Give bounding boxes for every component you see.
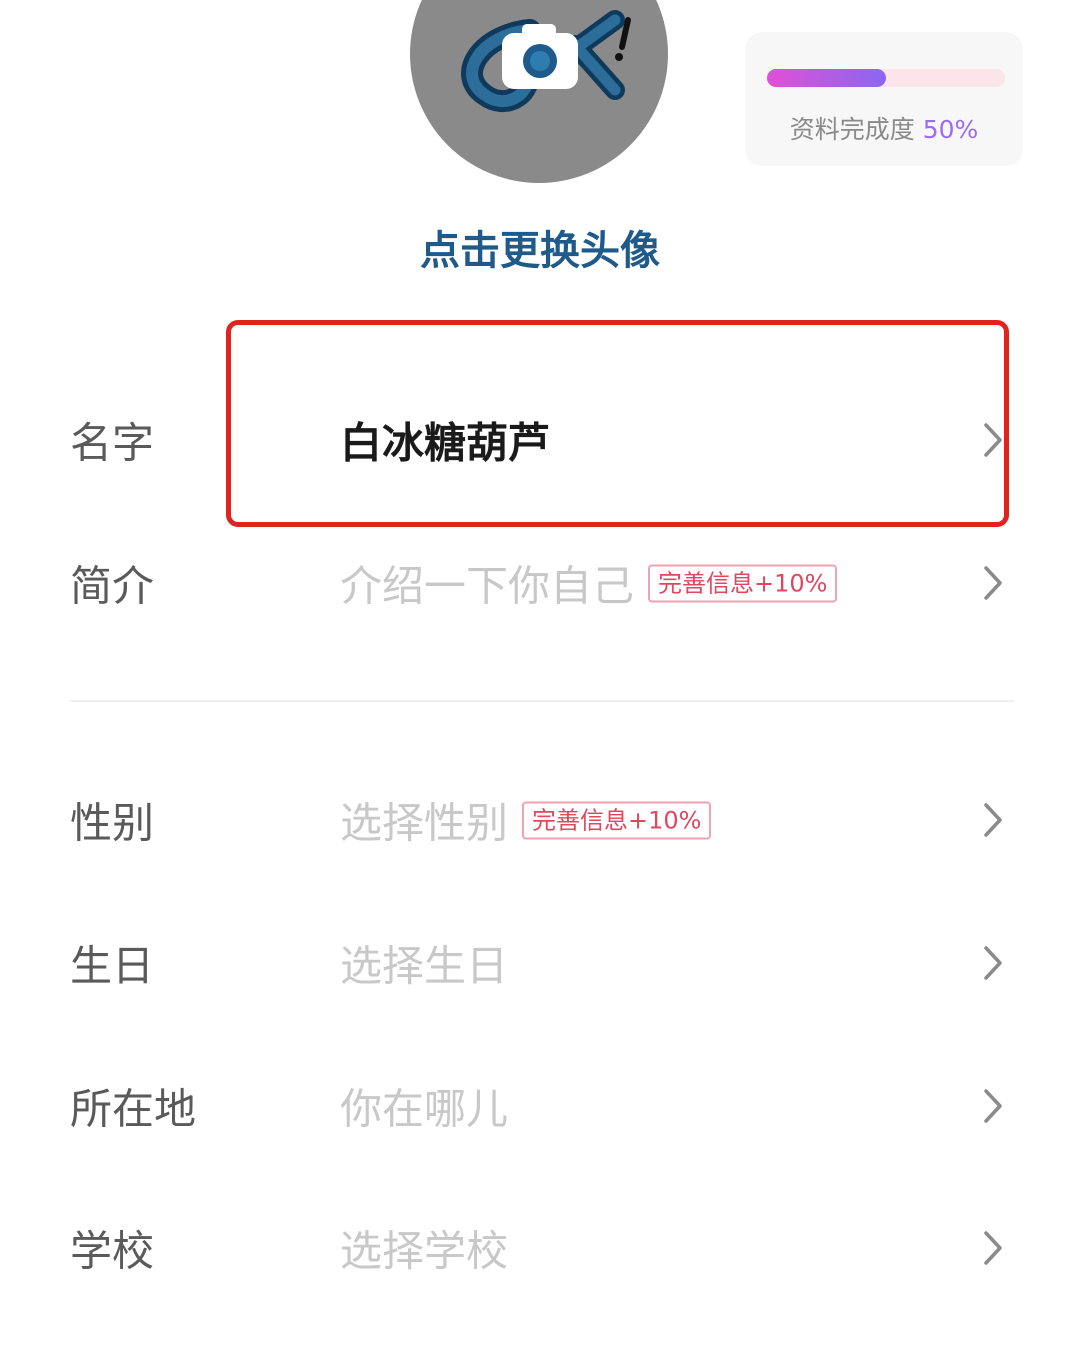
chevron-right-icon: [984, 803, 1002, 837]
row-value-gender: 选择性别: [340, 798, 509, 848]
row-label-gender: 性别: [70, 798, 155, 848]
profile-row-gender[interactable]: 性别 选择性别 完善信息+10%: [0, 770, 1074, 870]
annotation-highlight-box: [226, 320, 1009, 527]
row-value-location: 你在哪儿: [340, 1084, 509, 1134]
row-label-school: 学校: [70, 1226, 155, 1276]
row-value-birthday: 选择生日: [340, 941, 509, 991]
change-avatar-link[interactable]: 点击更换头像: [340, 218, 740, 276]
row-label-location: 所在地: [70, 1084, 197, 1134]
bonus-badge: 完善信息+10%: [522, 801, 712, 839]
profile-row-intro[interactable]: 简介 介绍一下你自己 完善信息+10%: [0, 533, 1074, 633]
profile-row-school[interactable]: 学校 选择学校: [0, 1198, 1074, 1298]
section-divider: [70, 700, 1014, 702]
row-value-gender-wrap: 选择性别 完善信息+10%: [340, 790, 712, 851]
completion-progress-fill: [767, 69, 886, 87]
row-label-birthday: 生日: [70, 941, 155, 991]
row-label-name: 名字: [70, 418, 155, 468]
bonus-badge: 完善信息+10%: [648, 564, 838, 602]
avatar[interactable]: [410, 0, 668, 183]
completion-percent: 50%: [922, 115, 979, 144]
completion-label: 资料完成度: [789, 115, 915, 144]
completion-label-line: 资料完成度 50%: [745, 110, 1023, 146]
row-value-school: 选择学校: [340, 1226, 509, 1276]
chevron-right-icon: [984, 566, 1002, 600]
row-label-intro: 简介: [70, 561, 155, 611]
camera-icon: [502, 24, 578, 89]
profile-row-birthday[interactable]: 生日 选择生日: [0, 913, 1074, 1013]
chevron-right-icon: [984, 946, 1002, 980]
profile-row-location[interactable]: 所在地 你在哪儿: [0, 1056, 1074, 1156]
completion-progress-track: [767, 69, 1005, 87]
chevron-right-icon: [984, 1089, 1002, 1123]
chevron-right-icon: [984, 1231, 1002, 1265]
row-value-intro-wrap: 介绍一下你自己 完善信息+10%: [340, 553, 838, 614]
profile-completion-card: 资料完成度 50%: [745, 32, 1023, 166]
row-value-intro: 介绍一下你自己: [340, 561, 635, 611]
